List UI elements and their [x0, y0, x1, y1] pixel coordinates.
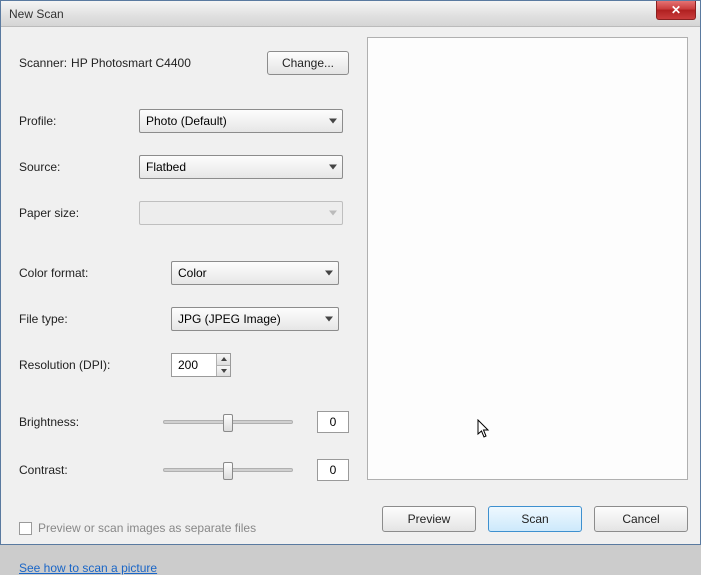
resolution-label: Resolution (DPI):: [19, 358, 171, 372]
separate-files-checkbox[interactable]: [19, 522, 32, 535]
scan-button[interactable]: Scan: [488, 506, 582, 532]
brightness-value[interactable]: 0: [317, 411, 349, 433]
file-type-value: JPG (JPEG Image): [178, 312, 281, 326]
file-type-label: File type:: [19, 312, 171, 326]
profile-value: Photo (Default): [146, 114, 227, 128]
source-combobox[interactable]: Flatbed: [139, 155, 343, 179]
contrast-slider[interactable]: [163, 468, 293, 472]
source-value: Flatbed: [146, 160, 186, 174]
cancel-button[interactable]: Cancel: [594, 506, 688, 532]
separate-files-label: Preview or scan images as separate files: [38, 521, 256, 535]
triangle-down-icon: [221, 369, 227, 373]
change-scanner-button[interactable]: Change...: [267, 51, 349, 75]
paper-size-label: Paper size:: [19, 206, 139, 220]
help-link[interactable]: See how to scan a picture: [19, 561, 157, 575]
triangle-up-icon: [221, 357, 227, 361]
chevron-down-icon: [329, 119, 337, 124]
paper-size-combobox: [139, 201, 343, 225]
contrast-value[interactable]: 0: [317, 459, 349, 481]
resolution-value: 200: [178, 358, 198, 372]
new-scan-dialog: New Scan ✕ Scanner: HP Photosmart C4400 …: [0, 0, 701, 545]
brightness-slider-thumb[interactable]: [223, 414, 233, 432]
chevron-down-icon: [329, 211, 337, 216]
scanner-label: Scanner:: [19, 56, 67, 70]
dialog-body: Scanner: HP Photosmart C4400 Change... P…: [1, 27, 700, 544]
titlebar: New Scan ✕: [1, 1, 700, 27]
color-format-combobox[interactable]: Color: [171, 261, 339, 285]
preview-button[interactable]: Preview: [382, 506, 476, 532]
color-format-label: Color format:: [19, 266, 171, 280]
chevron-down-icon: [329, 165, 337, 170]
chevron-down-icon: [325, 317, 333, 322]
resolution-increase-button[interactable]: [217, 354, 230, 366]
resolution-decrease-button[interactable]: [217, 366, 230, 377]
color-format-value: Color: [178, 266, 207, 280]
contrast-slider-thumb[interactable]: [223, 462, 233, 480]
profile-combobox[interactable]: Photo (Default): [139, 109, 343, 133]
close-icon: ✕: [671, 3, 681, 17]
resolution-spinner[interactable]: 200: [171, 353, 231, 377]
contrast-label: Contrast:: [19, 463, 149, 477]
scanner-name: HP Photosmart C4400: [71, 56, 191, 70]
source-label: Source:: [19, 160, 139, 174]
file-type-combobox[interactable]: JPG (JPEG Image): [171, 307, 339, 331]
close-button[interactable]: ✕: [656, 1, 696, 20]
profile-label: Profile:: [19, 114, 139, 128]
chevron-down-icon: [325, 271, 333, 276]
preview-pane: [367, 37, 688, 480]
brightness-slider[interactable]: [163, 420, 293, 424]
footer-buttons: Preview Scan Cancel: [382, 506, 688, 532]
settings-pane: Scanner: HP Photosmart C4400 Change... P…: [13, 37, 361, 532]
brightness-label: Brightness:: [19, 415, 149, 429]
window-title: New Scan: [9, 7, 64, 21]
